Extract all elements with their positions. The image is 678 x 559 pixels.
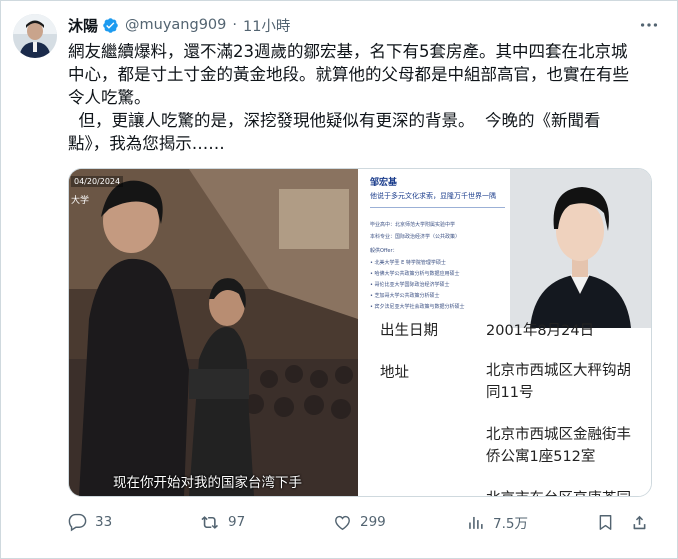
repost-button[interactable]: 97 [201, 509, 245, 535]
doc-line: 本科专业：国际政治经济学（公共政策） [370, 234, 461, 240]
doc-divider [370, 207, 505, 208]
doc-slogan: 他说于多元文化求索，显隆万千世界一隅 [370, 192, 496, 200]
doc-name: 邹宏基 [370, 178, 398, 188]
avatar-photo [13, 14, 57, 58]
like-button[interactable]: 299 [333, 509, 386, 535]
doc-line: • 哥伦比亚大学国际政治经济学硕士 [370, 282, 450, 288]
doc-line: • 宾夕法尼亚大学社会政策与数据分析硕士 [370, 304, 465, 310]
share-icon [633, 515, 646, 529]
doc-line: • 北美大学圣 E 特学院管理学硕士 [370, 260, 446, 266]
display-name[interactable]: 沐陽 [68, 15, 98, 36]
verified-badge-icon [103, 17, 118, 33]
birth-value-clip: 2001年8月24日 [486, 323, 595, 339]
reply-button[interactable]: 33 [68, 509, 112, 535]
reply-icon [68, 513, 87, 531]
address-1: 北京市西城区大秤钩胡 同11号 [486, 363, 631, 401]
doc-line: 毕业高中：北京师范大学附属实验中学 [370, 222, 456, 228]
views-count: 7.5万 [493, 516, 528, 532]
address-label: 地址 [380, 365, 409, 381]
more-options-icon[interactable] [638, 14, 660, 36]
bookmark-icon [599, 514, 612, 530]
bookmark-button[interactable] [596, 509, 615, 535]
portrait-figure [510, 169, 651, 328]
document-image[interactable]: 邹宏基 他说于多元文化求索，显隆万千世界一隅 毕业高中：北京师范大学附属实验中学… [360, 169, 651, 496]
separator-dot: · [232, 17, 237, 33]
media-grid[interactable]: 04/20/2024 大学 现在你开始对我的国家台湾下手 邹宏基 他说于多元文化… [68, 168, 652, 497]
reply-count: 33 [95, 514, 113, 530]
share-button[interactable] [630, 509, 649, 535]
like-count: 299 [360, 514, 386, 530]
video-date-stamp: 04/20/2024 [71, 176, 124, 187]
doc-line: • 芝加哥大学公共政策分析硕士 [370, 293, 440, 299]
repost-icon [201, 515, 219, 529]
video-scene [69, 169, 358, 496]
action-bar: 33 97 299 7.5万 [68, 509, 652, 535]
views-chart-icon [469, 516, 483, 529]
views-button[interactable]: 7.5万 [466, 509, 528, 535]
video-still[interactable]: 04/20/2024 大学 现在你开始对我的国家台湾下手 [69, 169, 358, 496]
heart-icon [335, 515, 350, 530]
birth-label-clip: 出生日期 [380, 323, 438, 339]
tweet-header: 沐陽 @muyang909 · 11小時 [68, 14, 290, 36]
repost-count: 97 [228, 514, 246, 530]
address-3-clip: 北京市东台区高唐苍园 [486, 487, 631, 496]
doc-line: 毅供Offer： [370, 248, 398, 254]
video-tag: 大学 [71, 196, 90, 206]
avatar[interactable] [13, 14, 57, 58]
address-2: 北京市西城区金融街丰 侨公寓1座512室 [486, 427, 631, 465]
doc-line: • 哈佛大学公共政策分析与数据应用硕士 [370, 271, 460, 277]
handle[interactable]: @muyang909 [125, 17, 226, 33]
video-subtitle: 现在你开始对我的国家台湾下手 [113, 475, 302, 491]
tweet-text: 網友繼續爆料，還不滿23週歲的鄒宏基，名下有5套房產。其中四套在北京城 中心，都… [68, 42, 629, 153]
timestamp[interactable]: 11小時 [243, 15, 290, 36]
portrait-photo [510, 169, 651, 328]
